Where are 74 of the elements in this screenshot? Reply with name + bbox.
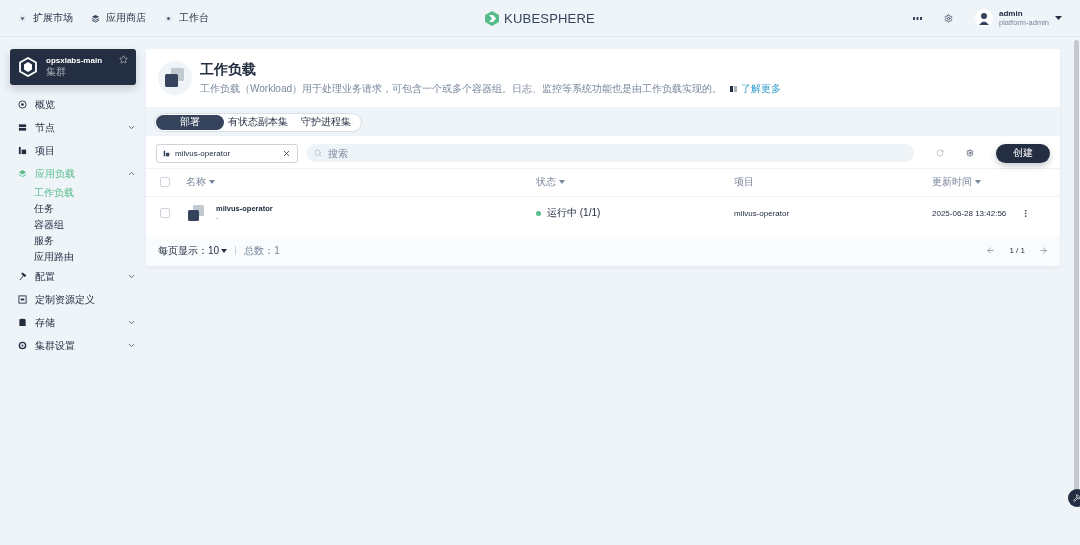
more-icon[interactable] (1021, 208, 1030, 218)
tab[interactable]: 守护进程集 (292, 114, 360, 130)
column-header[interactable]: 状态 (536, 175, 734, 189)
overview-icon (18, 100, 27, 109)
search-field[interactable]: 搜索 (306, 144, 914, 162)
top-nav-link[interactable]: 工作台 (164, 11, 209, 25)
chevron-down-icon[interactable] (127, 272, 136, 281)
column-header[interactable]: 更新时间 (932, 175, 1046, 189)
settings-icon (18, 341, 27, 350)
chevron-down-icon[interactable] (127, 318, 136, 327)
caret-icon[interactable] (221, 248, 228, 253)
user-avatar[interactable] (974, 9, 993, 27)
project-cell-text: milvus-operator (734, 208, 791, 218)
star-icon[interactable] (119, 55, 128, 64)
chevron-down-icon[interactable] (127, 123, 136, 132)
sidebar-item[interactable]: 存储 (10, 311, 136, 334)
user-name: admin (998, 9, 1024, 18)
row-checkbox[interactable] (160, 208, 170, 218)
status-text: 运行中 (1/1) (547, 206, 601, 220)
column-header[interactable]: 名称 (186, 175, 536, 189)
sidebar-subitem[interactable]: 容器组 (10, 217, 136, 233)
tab[interactable]: 部署 (156, 114, 224, 130)
hammer-icon (1073, 494, 1080, 502)
updated-time: 2025-06-28 13:42:56 (932, 208, 1007, 218)
store-icon (91, 13, 100, 23)
settings-icon[interactable] (943, 13, 953, 23)
top-nav-link[interactable]: 扩展市场 (18, 11, 73, 25)
sidebar-item[interactable]: 概览 (10, 93, 136, 116)
page-size-select[interactable]: 每页显示：10 (158, 243, 228, 258)
sort-caret-icon[interactable] (209, 180, 215, 184)
settings-icon[interactable] (966, 149, 974, 157)
cluster-name: opsxlabs-main (46, 55, 103, 65)
sidebar-item[interactable]: 定制资源定义 (10, 288, 136, 311)
nodes-icon (18, 123, 27, 132)
page-title: 工作负载 (200, 60, 257, 79)
create-button[interactable]: 创建 (996, 143, 1050, 163)
top-nav-link[interactable]: 应用商店 (91, 11, 146, 25)
caret-icon[interactable] (1055, 16, 1062, 20)
sidebar-item[interactable]: 集群设置 (10, 334, 136, 357)
grid-menu-icon[interactable] (912, 15, 922, 21)
close-icon[interactable] (282, 148, 291, 158)
cluster-card[interactable]: opsxlabs-main 集群 (10, 49, 136, 85)
project-filter[interactable]: milvus-operator (156, 143, 298, 163)
sidebar-subitem[interactable]: 服务 (10, 233, 136, 249)
total-count: 总数：1 (244, 243, 281, 258)
sidebar-item[interactable]: 节点 (10, 116, 136, 139)
project-icon (163, 149, 170, 157)
sidebar-item[interactable]: 项目 (10, 139, 136, 162)
cluster-icon (18, 57, 38, 77)
next-page-icon[interactable] (1039, 246, 1048, 255)
sort-caret-icon[interactable] (975, 180, 981, 184)
sort-caret-icon[interactable] (559, 180, 565, 184)
workloads-icon (18, 169, 27, 178)
projects-icon (18, 146, 27, 155)
workload-icon (158, 61, 192, 95)
sidebar-item[interactable]: 配置 (10, 265, 136, 288)
tab[interactable]: 有状态副本集 (224, 114, 292, 130)
select-all-checkbox[interactable] (160, 177, 170, 187)
column-header: 项目 (734, 175, 755, 189)
cluster-type: 集群 (46, 65, 67, 79)
config-icon (18, 272, 27, 281)
storage-icon (18, 318, 27, 327)
page-indicator: 1 / 1 (1009, 246, 1025, 255)
scrollbar[interactable] (1074, 40, 1079, 492)
page-description: 工作负载（Workload）用于处理业务请求，可包含一个或多个容器组。日志、监控等系统功能也是由工作负载实现的。 (200, 81, 723, 96)
logo-icon (485, 10, 500, 26)
sidebar-subitem[interactable]: 任务 (10, 201, 136, 217)
previous-page-icon[interactable] (986, 246, 996, 255)
sidebar-subitem[interactable]: 应用路由 (10, 249, 136, 265)
search-icon (314, 149, 322, 157)
deployment-icon (186, 203, 206, 223)
chevron-down-icon[interactable] (127, 341, 136, 350)
chevron-up-icon[interactable] (127, 169, 136, 178)
logo-text: KUBESPHERE (504, 10, 595, 26)
